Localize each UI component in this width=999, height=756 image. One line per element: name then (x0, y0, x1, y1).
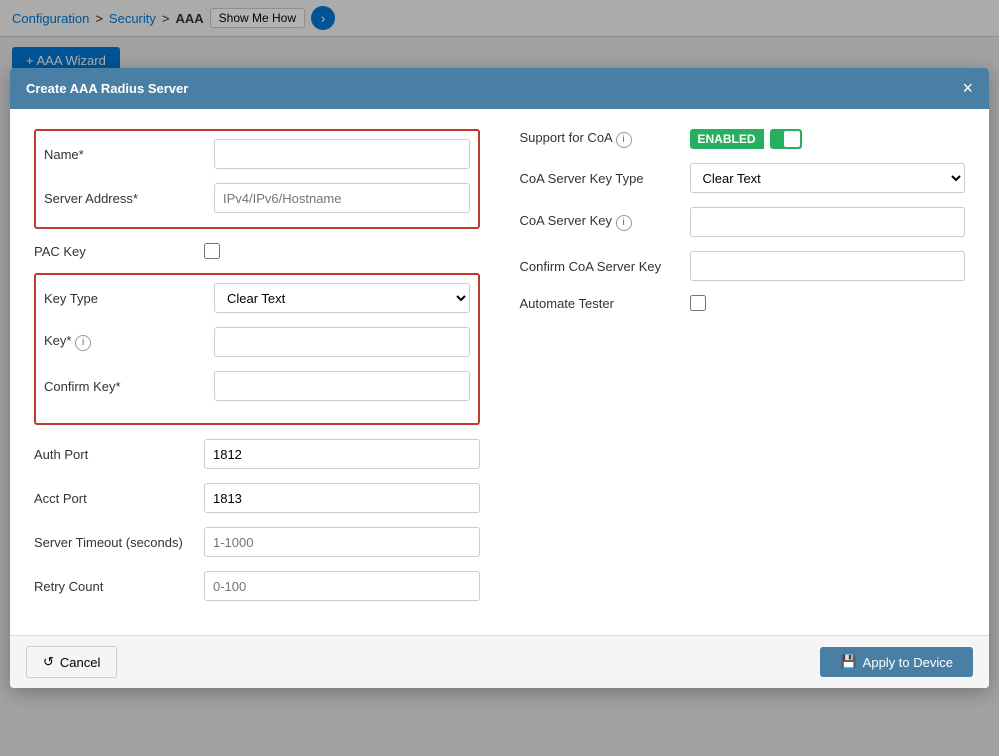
auth-port-form-row: Auth Port (34, 439, 480, 469)
name-label: Name* (44, 147, 204, 162)
key-label: Key* i (44, 333, 204, 351)
key-type-label: Key Type (44, 291, 204, 306)
confirm-coa-server-key-form-row: Confirm CoA Server Key (520, 251, 966, 281)
support-coa-toggle[interactable]: ENABLED (690, 129, 802, 149)
pac-key-checkbox[interactable] (204, 243, 220, 259)
modal-title: Create AAA Radius Server (26, 81, 188, 96)
confirm-key-label: Confirm Key* (44, 379, 204, 394)
server-address-label: Server Address* (44, 191, 204, 206)
confirm-coa-server-key-label: Confirm CoA Server Key (520, 259, 680, 274)
coa-key-type-form-row: CoA Server Key Type Clear Text Encrypted (520, 163, 966, 193)
cancel-button[interactable]: ↺ Cancel (26, 646, 117, 678)
modal-body: Name* Server Address* PAC Key (10, 109, 989, 635)
apply-icon: 💾 (840, 654, 856, 670)
coa-server-key-input[interactable] (690, 207, 966, 237)
confirm-coa-server-key-input[interactable] (690, 251, 966, 281)
coa-key-type-label: CoA Server Key Type (520, 171, 680, 186)
coa-server-key-label: CoA Server Key i (520, 213, 680, 231)
key-type-select[interactable]: Clear Text Encrypted (214, 283, 470, 313)
key-info-icon[interactable]: i (75, 335, 91, 351)
automate-tester-form-row: Automate Tester (520, 295, 966, 311)
auth-port-label: Auth Port (34, 447, 194, 462)
support-coa-info-icon[interactable]: i (616, 132, 632, 148)
pac-key-label: PAC Key (34, 244, 194, 259)
acct-port-label: Acct Port (34, 491, 194, 506)
server-timeout-label: Server Timeout (seconds) (34, 535, 194, 550)
retry-count-label: Retry Count (34, 579, 194, 594)
automate-tester-label: Automate Tester (520, 296, 680, 311)
key-type-form-row: Key Type Clear Text Encrypted (44, 283, 470, 313)
name-form-row: Name* (44, 139, 470, 169)
modal-close-button[interactable]: × (962, 78, 973, 99)
auth-port-input[interactable] (204, 439, 480, 469)
server-address-input[interactable] (214, 183, 470, 213)
name-group-highlighted: Name* Server Address* (34, 129, 480, 229)
support-coa-label: Support for CoA i (520, 130, 680, 148)
server-timeout-input[interactable] (204, 527, 480, 557)
pac-key-form-row: PAC Key (34, 243, 480, 259)
acct-port-input[interactable] (204, 483, 480, 513)
create-radius-server-modal: Create AAA Radius Server × Name* Server … (10, 68, 989, 688)
toggle-enabled-label: ENABLED (690, 129, 764, 149)
server-address-form-row: Server Address* (44, 183, 470, 213)
modal-left-column: Name* Server Address* PAC Key (34, 129, 480, 615)
retry-count-input[interactable] (204, 571, 480, 601)
apply-to-device-button[interactable]: 💾 Apply to Device (820, 647, 973, 677)
retry-count-form-row: Retry Count (34, 571, 480, 601)
coa-server-key-form-row: CoA Server Key i (520, 207, 966, 237)
key-group-highlighted: Key Type Clear Text Encrypted Key* i (34, 273, 480, 425)
cancel-icon: ↺ (43, 654, 54, 670)
modal-right-column: Support for CoA i ENABLED CoA Server Key… (520, 129, 966, 615)
modal-footer: ↺ Cancel 💾 Apply to Device (10, 635, 989, 688)
key-input[interactable] (214, 327, 470, 357)
cancel-label: Cancel (60, 655, 100, 670)
coa-server-key-info-icon[interactable]: i (616, 215, 632, 231)
automate-tester-checkbox[interactable] (690, 295, 706, 311)
key-form-row: Key* i (44, 327, 470, 357)
name-input[interactable] (214, 139, 470, 169)
modal-header: Create AAA Radius Server × (10, 68, 989, 109)
coa-key-type-select[interactable]: Clear Text Encrypted (690, 163, 966, 193)
apply-label: Apply to Device (863, 655, 953, 670)
modal-overlay: Create AAA Radius Server × Name* Server … (0, 0, 999, 756)
acct-port-form-row: Acct Port (34, 483, 480, 513)
confirm-key-form-row: Confirm Key* (44, 371, 470, 401)
support-coa-form-row: Support for CoA i ENABLED (520, 129, 966, 149)
confirm-key-input[interactable] (214, 371, 470, 401)
server-timeout-form-row: Server Timeout (seconds) (34, 527, 480, 557)
toggle-knob (784, 131, 800, 147)
toggle-switch[interactable] (770, 129, 802, 149)
